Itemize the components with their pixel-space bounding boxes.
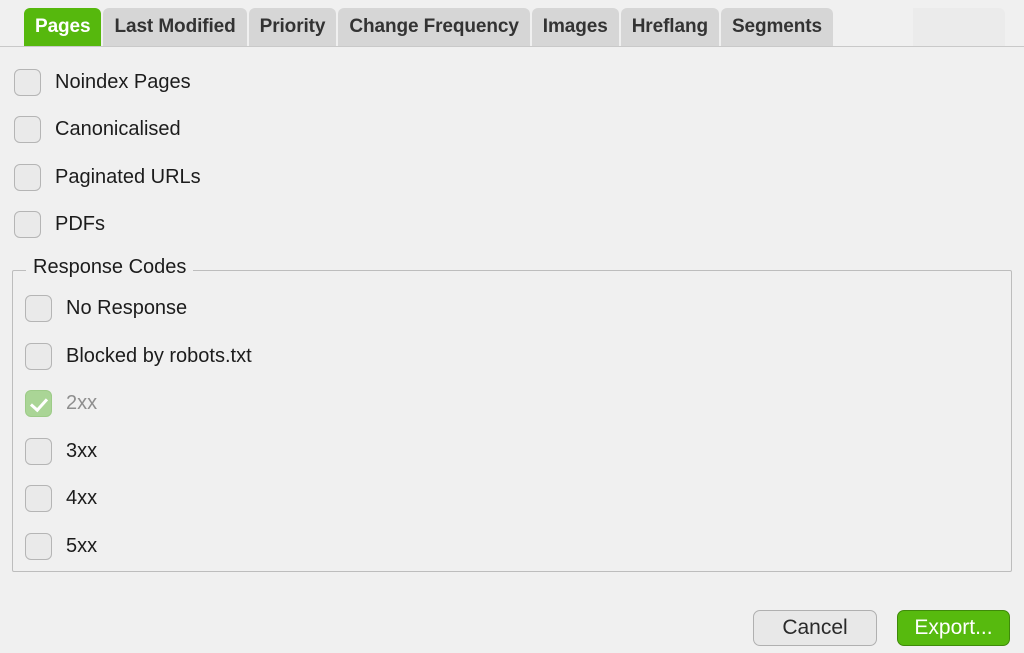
checkbox-row-noindex-pages[interactable]: Noindex Pages bbox=[14, 67, 191, 97]
checkbox-row-blocked-by-robots[interactable]: Blocked by robots.txt bbox=[25, 341, 252, 371]
tab-label: Images bbox=[542, 16, 608, 37]
tab-label: Priority bbox=[259, 16, 326, 37]
checkbox-label: Noindex Pages bbox=[55, 70, 191, 93]
checkbox-row-canonicalised[interactable]: Canonicalised bbox=[14, 114, 181, 144]
checkbox-label: 2xx bbox=[66, 391, 98, 414]
checkbox-row-5xx[interactable]: 5xx bbox=[25, 531, 97, 561]
tab-label: Change Frequency bbox=[349, 16, 519, 37]
tab-label: Last Modified bbox=[114, 16, 236, 37]
checkbox-5xx[interactable] bbox=[25, 532, 52, 560]
tab-last-modified[interactable]: Last Modified bbox=[103, 8, 247, 46]
checkbox-label: 4xx bbox=[66, 486, 98, 509]
checkbox-row-no-response[interactable]: No Response bbox=[25, 293, 187, 323]
checkbox-row-2xx[interactable]: 2xx bbox=[25, 388, 97, 418]
tab-label: Segments bbox=[731, 16, 822, 37]
tab-label: Pages bbox=[35, 16, 91, 37]
tab-list: Pages Last Modified Priority Change Freq… bbox=[24, 8, 833, 46]
checkbox-row-pdfs[interactable]: PDFs bbox=[14, 209, 105, 239]
tab-strip-filler bbox=[913, 8, 1005, 46]
checkbox-2xx[interactable] bbox=[25, 389, 52, 417]
checkbox-canonicalised[interactable] bbox=[14, 115, 41, 143]
checkbox-label: 5xx bbox=[66, 534, 98, 557]
tab-bar: Pages Last Modified Priority Change Freq… bbox=[0, 0, 1024, 48]
checkbox-3xx[interactable] bbox=[25, 437, 52, 465]
checkbox-label: 3xx bbox=[66, 439, 98, 462]
checkbox-no-response[interactable] bbox=[25, 294, 52, 322]
cancel-button[interactable]: Cancel bbox=[753, 610, 877, 646]
checkbox-label: Blocked by robots.txt bbox=[66, 344, 252, 367]
checkbox-label: Paginated URLs bbox=[55, 165, 201, 188]
checkbox-blocked-by-robots[interactable] bbox=[25, 342, 52, 370]
checkbox-row-4xx[interactable]: 4xx bbox=[25, 483, 97, 513]
checkbox-paginated-urls[interactable] bbox=[14, 163, 41, 191]
response-codes-group-title: Response Codes bbox=[26, 256, 194, 279]
checkbox-label: No Response bbox=[66, 296, 188, 319]
tab-change-frequency[interactable]: Change Frequency bbox=[338, 8, 530, 46]
checkbox-row-3xx[interactable]: 3xx bbox=[25, 436, 97, 466]
checkbox-label: Canonicalised bbox=[55, 117, 181, 140]
tab-images[interactable]: Images bbox=[531, 8, 619, 46]
export-button-label: Export... bbox=[914, 616, 993, 639]
cancel-button-label: Cancel bbox=[782, 616, 848, 639]
tab-label: Hreflang bbox=[631, 16, 708, 37]
checkbox-4xx[interactable] bbox=[25, 484, 52, 512]
checkbox-pdfs[interactable] bbox=[14, 210, 41, 238]
export-button[interactable]: Export... bbox=[897, 610, 1010, 646]
checkbox-noindex-pages[interactable] bbox=[14, 68, 41, 96]
tab-hreflang[interactable]: Hreflang bbox=[620, 8, 719, 46]
checkbox-label: PDFs bbox=[55, 212, 105, 235]
tab-pages[interactable]: Pages bbox=[24, 8, 102, 46]
checkbox-row-paginated-urls[interactable]: Paginated URLs bbox=[14, 162, 201, 192]
tab-segments[interactable]: Segments bbox=[720, 8, 833, 46]
tab-priority[interactable]: Priority bbox=[248, 8, 337, 46]
tab-strip-underline bbox=[0, 46, 1024, 47]
